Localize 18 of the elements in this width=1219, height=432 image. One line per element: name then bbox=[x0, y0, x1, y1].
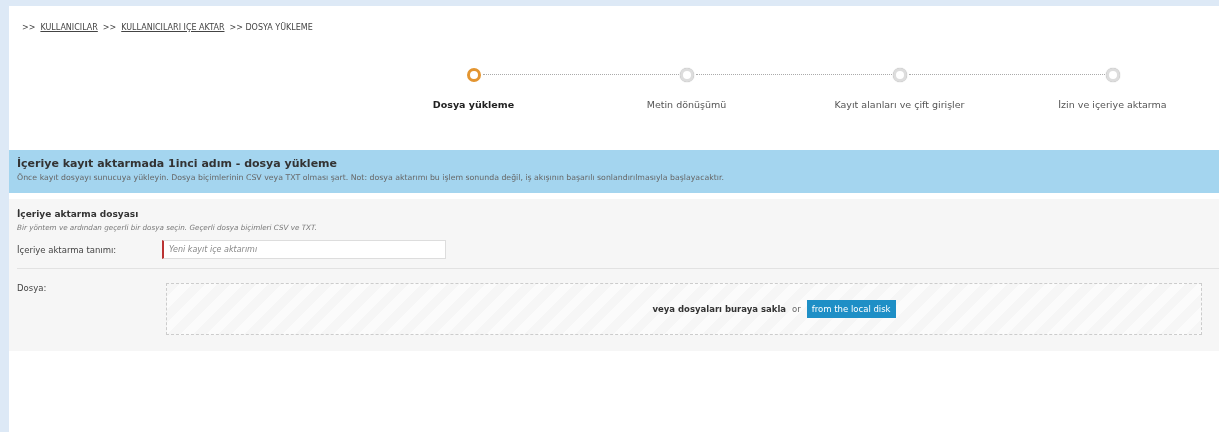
field-label: İçeriye aktarma tanımı: bbox=[17, 244, 118, 255]
field-label: Dosya: bbox=[17, 283, 48, 293]
step-label: İzin ve içeriye aktarma bbox=[1058, 99, 1167, 110]
drop-text: veya dosyaları buraya sakla bbox=[652, 304, 787, 314]
local-disk-button[interactable]: from the local disk bbox=[806, 300, 896, 318]
step-label: Dosya yükleme bbox=[432, 99, 515, 110]
drop-zone[interactable]: veya dosyaları buraya sakla or from the local disk bbox=[166, 283, 1202, 335]
step-label: Metin dönüşümü bbox=[646, 99, 727, 110]
breadcrumb-current: >> DOSYA YÜKLEME bbox=[229, 22, 313, 32]
breadcrumb-link[interactable]: KULLANICILARI IÇE AKTAR bbox=[121, 22, 225, 32]
input-field[interactable]: Yeni kayıt içe aktarımı bbox=[162, 240, 446, 259]
banner-title: İçeriye kayıt aktarmada 1inci adım - dosya yükleme bbox=[17, 156, 338, 171]
breadcrumb-separator: >> bbox=[22, 22, 36, 32]
step-label: Kayıt alanları ve çift girişler bbox=[834, 99, 965, 110]
or-text: or bbox=[792, 304, 801, 314]
breadcrumb-separator: >> bbox=[102, 22, 117, 32]
section-title: İçeriye aktarma dosyası bbox=[17, 209, 140, 219]
breadcrumb-link[interactable]: KULLANICILAR bbox=[40, 22, 98, 32]
